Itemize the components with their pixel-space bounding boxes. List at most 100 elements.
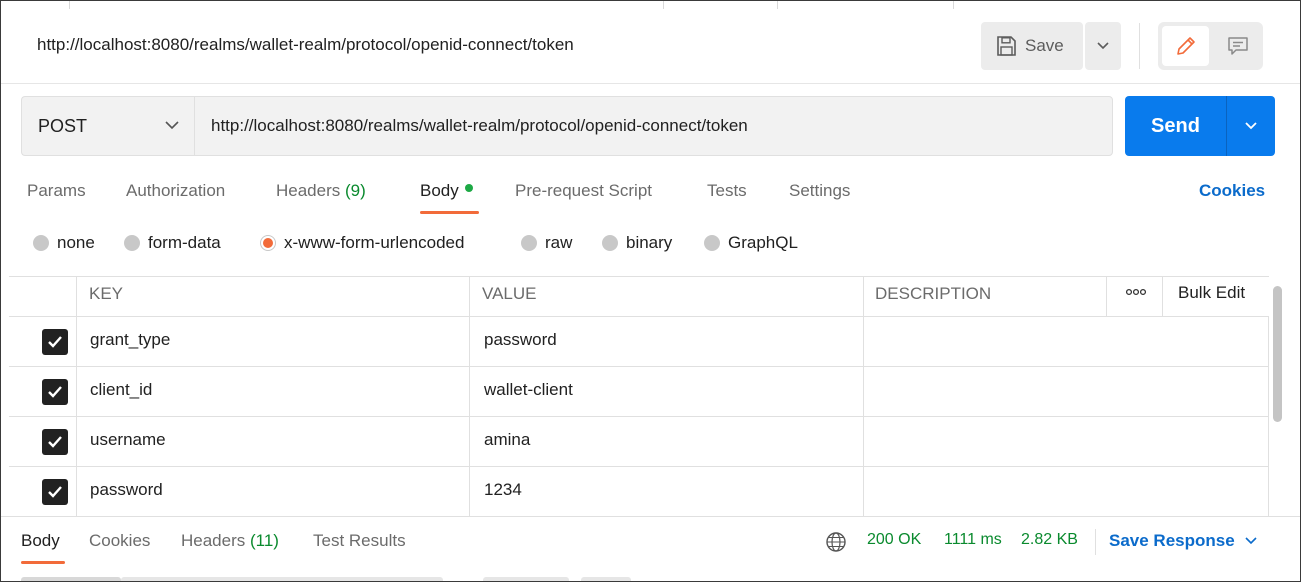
column-divider: [1268, 317, 1269, 516]
radio-raw[interactable]: raw: [521, 233, 572, 253]
radio-label: GraphQL: [728, 233, 798, 252]
column-divider: [1162, 276, 1163, 317]
row-checkbox[interactable]: [42, 479, 68, 505]
comments-button[interactable]: [1214, 26, 1261, 66]
column-divider: [1106, 276, 1107, 317]
save-icon: [997, 36, 1016, 56]
row-checkbox[interactable]: [42, 329, 68, 355]
table-row: username amina: [9, 417, 1269, 467]
value-cell[interactable]: wallet-client: [484, 380, 573, 400]
radio-form-data[interactable]: form-data: [124, 233, 221, 253]
table-scrollbar[interactable]: [1273, 286, 1282, 422]
response-tab-headers[interactable]: Headers (11): [181, 531, 279, 551]
postman-window: http://localhost:8080/realms/wallet-real…: [0, 0, 1301, 582]
row-checkbox[interactable]: [42, 379, 68, 405]
table-row: client_id wallet-client: [9, 367, 1269, 417]
key-cell[interactable]: password: [90, 480, 163, 500]
headers-count: (9): [345, 181, 366, 200]
table-header: KEY VALUE DESCRIPTION Bulk Edit: [9, 276, 1269, 317]
column-divider: [469, 276, 470, 516]
response-time[interactable]: 1111 ms: [944, 531, 1002, 549]
key-cell[interactable]: client_id: [90, 380, 152, 400]
comment-icon: [1227, 37, 1248, 55]
radio-binary[interactable]: binary: [602, 233, 672, 253]
view-mode-toggle: [1158, 22, 1263, 70]
check-icon: [48, 436, 62, 448]
radio-x-www-form-urlencoded[interactable]: x-www-form-urlencoded: [260, 233, 464, 253]
save-options-button[interactable]: [1085, 22, 1121, 70]
response-tab-test-results[interactable]: Test Results: [313, 531, 406, 551]
status-code[interactable]: 200 OK: [867, 531, 921, 549]
active-response-tab-indicator: [21, 561, 65, 564]
tab-headers-label: Headers: [276, 181, 341, 200]
tab-separator: [777, 1, 778, 9]
key-cell[interactable]: username: [90, 430, 166, 450]
tab-headers[interactable]: Headers (9): [276, 181, 366, 201]
chevron-down-icon: [165, 121, 179, 130]
check-icon: [48, 386, 62, 398]
active-tab-indicator: [420, 211, 479, 214]
radio-label: none: [57, 233, 95, 252]
value-cell[interactable]: password: [484, 330, 557, 350]
value-cell[interactable]: 1234: [484, 480, 522, 500]
top-tab-strip: [1, 1, 1300, 9]
radio-indicator: [124, 235, 140, 251]
response-headers-label: Headers: [181, 531, 246, 550]
tab-separator: [663, 1, 664, 9]
divider: [194, 96, 195, 156]
tab-pre-request-script[interactable]: Pre-request Script: [515, 181, 652, 201]
check-icon: [48, 486, 62, 498]
row-checkbox[interactable]: [42, 429, 68, 455]
column-header-key: KEY: [89, 284, 124, 303]
more-horizontal-icon[interactable]: [1125, 285, 1147, 299]
url-value: http://localhost:8080/realms/wallet-real…: [211, 116, 748, 135]
tab-settings[interactable]: Settings: [789, 181, 850, 201]
response-size[interactable]: 2.82 KB: [1021, 531, 1078, 549]
key-cell[interactable]: grant_type: [90, 330, 170, 350]
url-input[interactable]: http://localhost:8080/realms/wallet-real…: [194, 96, 1113, 156]
tab-separator: [69, 1, 70, 9]
radio-none[interactable]: none: [33, 233, 95, 253]
response-tab-cookies[interactable]: Cookies: [89, 531, 150, 551]
body-indicator-dot: [464, 184, 473, 192]
radio-indicator: [33, 235, 49, 251]
save-button[interactable]: Save: [981, 22, 1083, 70]
tab-authorization[interactable]: Authorization: [126, 181, 225, 201]
radio-label: form-data: [148, 233, 221, 252]
save-response-label: Save Response: [1109, 531, 1235, 550]
body-type-radio-group: none form-data x-www-form-urlencoded raw…: [1, 233, 1300, 259]
bulk-edit-button[interactable]: Bulk Edit: [1178, 283, 1245, 303]
cookies-link[interactable]: Cookies: [1199, 181, 1265, 201]
request-title[interactable]: http://localhost:8080/realms/wallet-real…: [37, 35, 574, 55]
radio-indicator: [704, 235, 720, 251]
table-row: grant_type password: [9, 317, 1269, 367]
column-header-value: VALUE: [482, 284, 537, 303]
chevron-down-icon: [1097, 42, 1109, 50]
tab-body-label: Body: [420, 181, 459, 200]
save-label: Save: [1025, 36, 1064, 55]
response-headers-count: (11): [250, 531, 279, 550]
radio-indicator: [602, 235, 618, 251]
params-table: KEY VALUE DESCRIPTION Bulk Edit grant_ty…: [9, 276, 1269, 517]
radio-indicator-selected: [260, 235, 276, 251]
save-response-button[interactable]: Save Response: [1109, 531, 1257, 551]
column-header-description: DESCRIPTION: [875, 284, 992, 303]
column-divider: [76, 276, 77, 516]
send-options-button[interactable]: [1226, 96, 1275, 156]
edit-mode-button[interactable]: [1162, 26, 1209, 66]
globe-icon[interactable]: [825, 531, 847, 553]
response-body-toolbar-hint: [483, 577, 569, 581]
radio-indicator: [521, 235, 537, 251]
value-cell[interactable]: amina: [484, 430, 530, 450]
radio-label: raw: [545, 233, 573, 252]
tab-tests[interactable]: Tests: [707, 181, 747, 201]
tab-body[interactable]: Body: [420, 181, 473, 201]
response-tab-body[interactable]: Body: [21, 531, 60, 551]
table-row: password 1234: [9, 467, 1269, 517]
method-select[interactable]: POST: [21, 96, 194, 156]
tab-params[interactable]: Params: [27, 181, 86, 201]
check-icon: [48, 336, 62, 348]
method-value: POST: [38, 115, 88, 136]
radio-graphql[interactable]: GraphQL: [704, 233, 798, 253]
send-button[interactable]: Send: [1125, 96, 1226, 156]
